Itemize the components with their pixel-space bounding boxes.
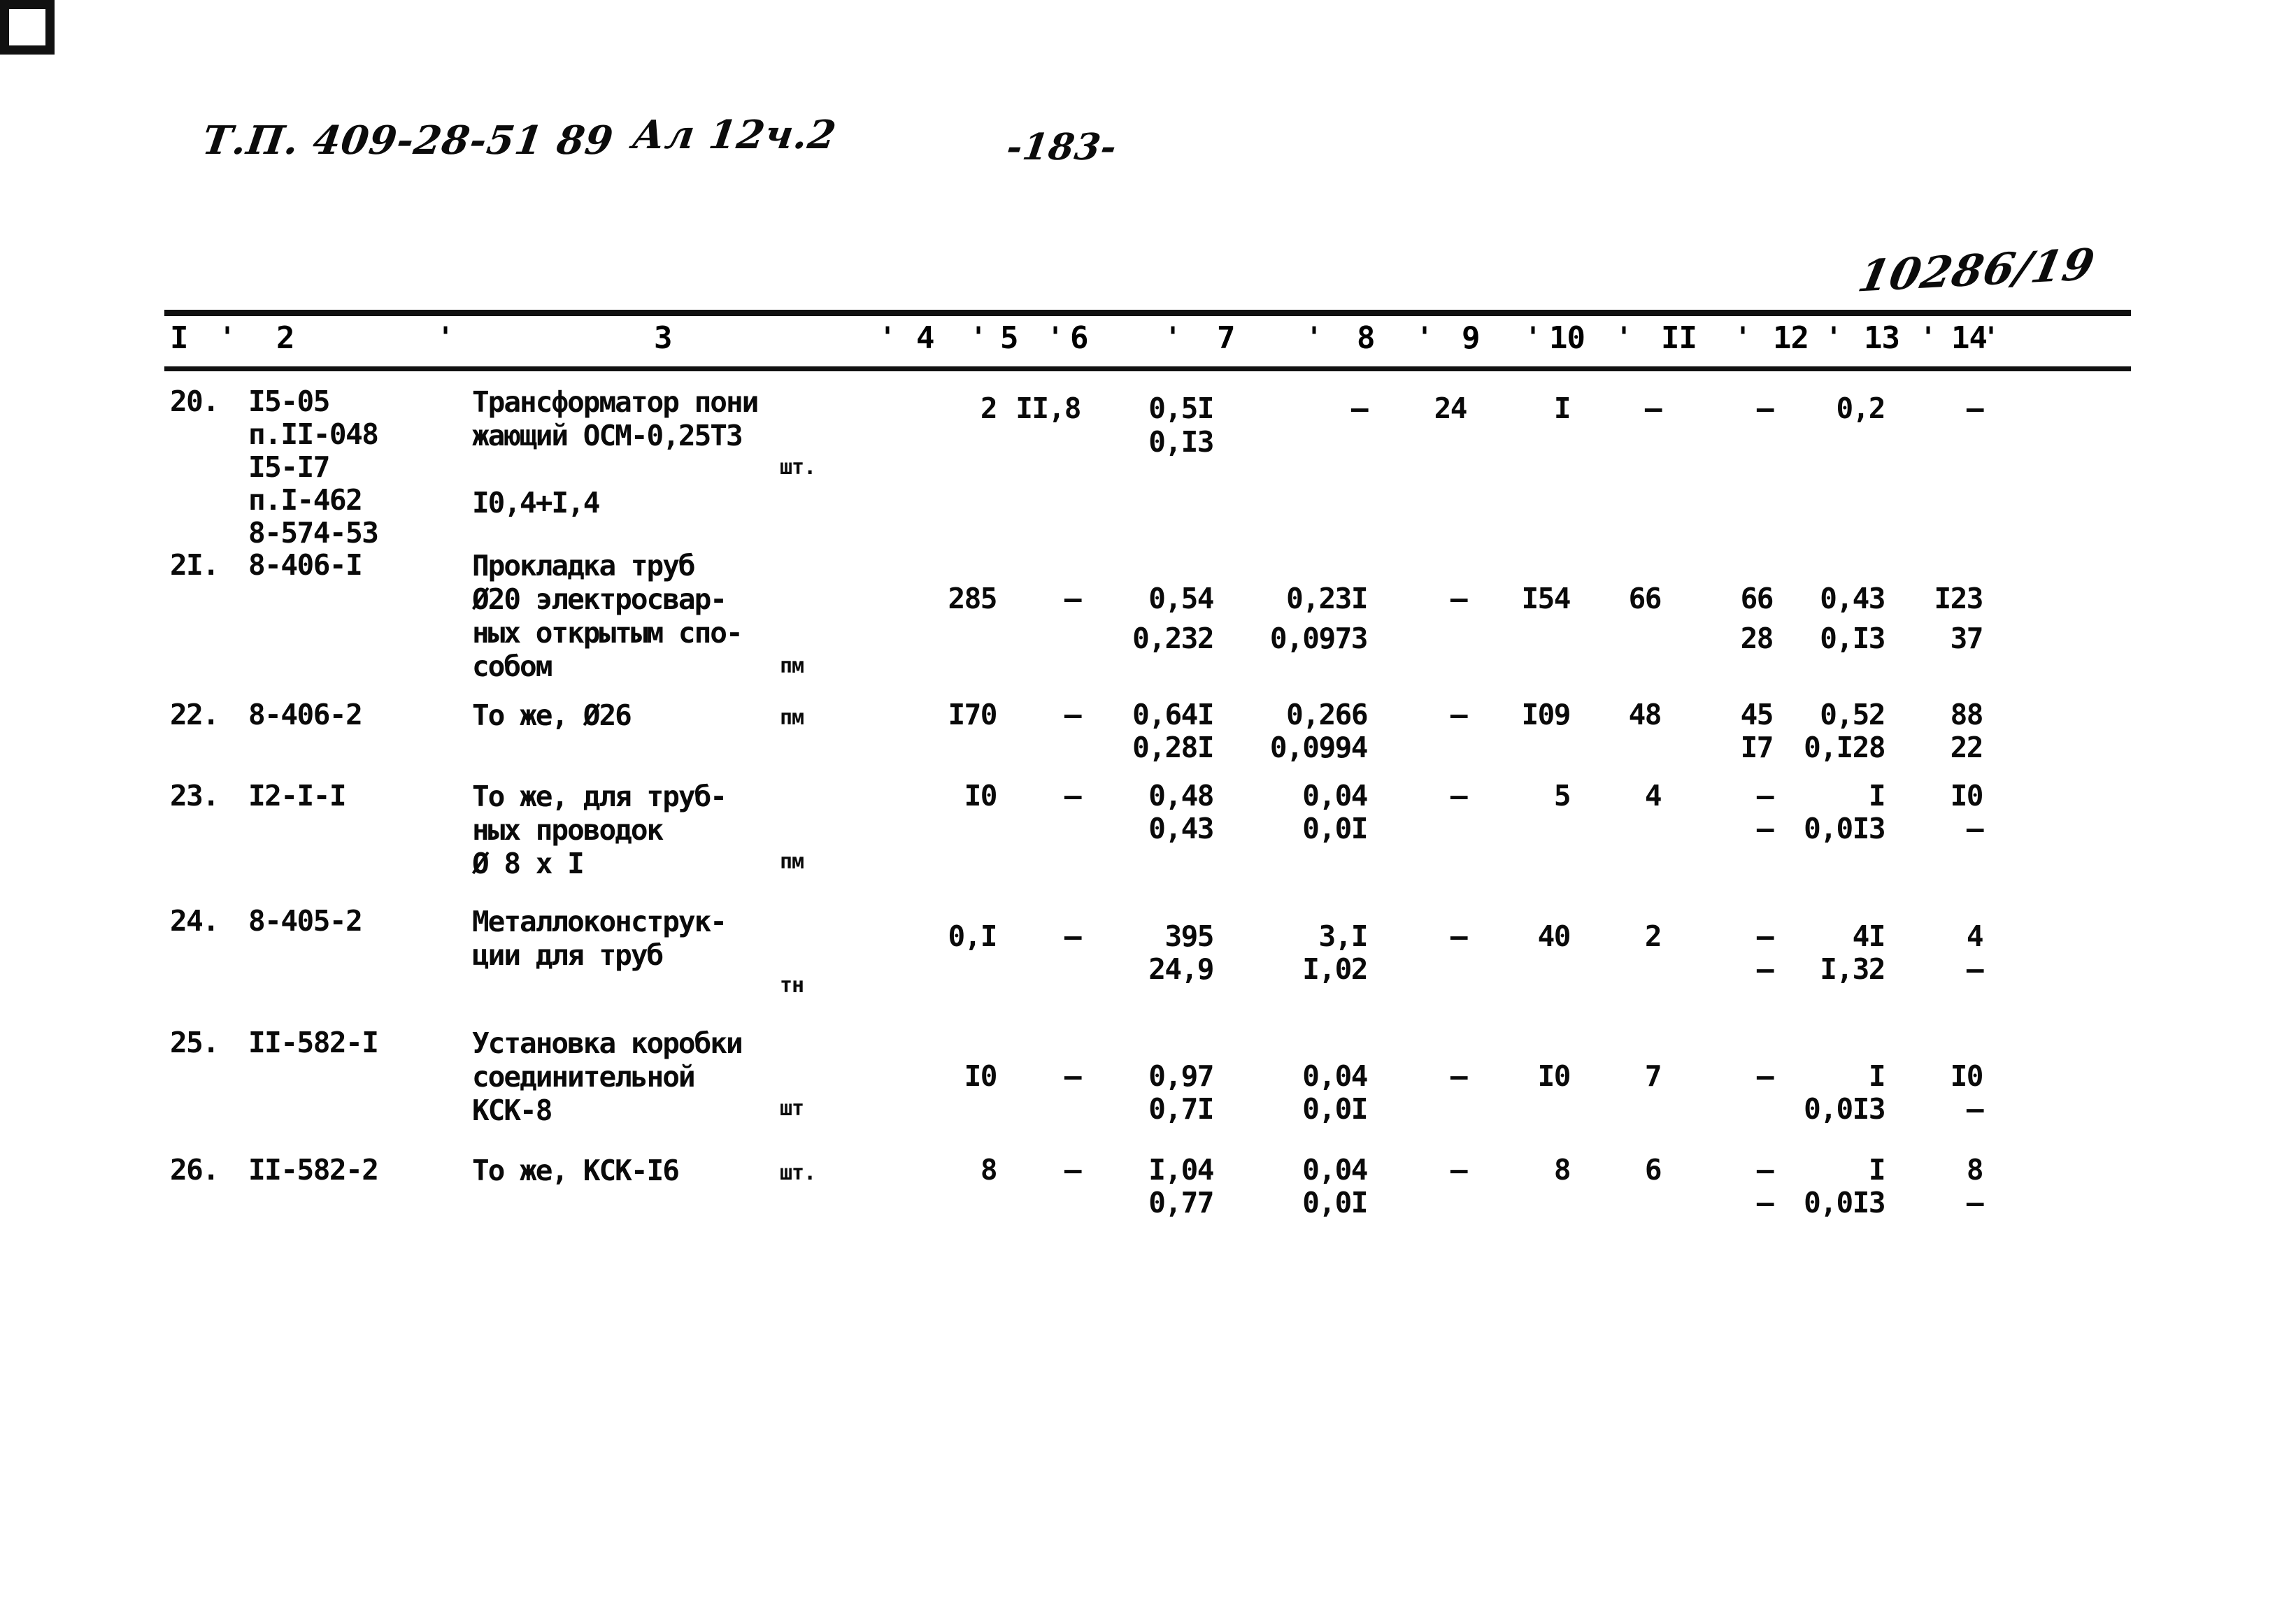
column-header-3: 3 bbox=[654, 320, 672, 356]
table-row: 24. 8-405-2 Металлоконструк- ции для труб т… bbox=[164, 905, 2131, 1024]
column-separator-tick: ' bbox=[970, 322, 987, 354]
table-row: 23. I2-I-I То же, для труб- ных проводок Ø… bbox=[164, 780, 2131, 902]
table-body: 20. I5-05 п.II-048 I5-I7 п.I-462 8-574-53… bbox=[164, 371, 2131, 1248]
table-row: 22. 8-406-2 То же, Ø26 пм I70–0,64I 0,266– I09… bbox=[164, 699, 2131, 777]
row-norm-codes: 8-406-I bbox=[248, 548, 363, 582]
table-row: 25. II-582-I Установка коробки соединитель… bbox=[164, 1026, 2131, 1151]
row-col7-sub: I,02 bbox=[1302, 952, 1368, 986]
column-header-4: 4 bbox=[916, 320, 934, 356]
specification-table: I 2 3 4 5 6 7 8 9 10 II 12 13 14 ' ' ' ' ' ' ' ' ' ' ' ' ' ' 20. I5-… bbox=[164, 310, 2131, 1251]
row-col6-sub: 0,I3 bbox=[1148, 425, 1214, 459]
column-separator-tick: ' bbox=[1164, 322, 1182, 354]
row-col13-sub: – bbox=[1966, 1186, 1984, 1219]
row-unit-of-measure: шт bbox=[780, 1096, 804, 1121]
row-description: То же, КСК-I6 bbox=[472, 1154, 680, 1187]
column-separator-tick: ' bbox=[1616, 322, 1633, 354]
row-col7-sub: 0,0I bbox=[1302, 812, 1368, 845]
row-unit-of-measure: пм bbox=[780, 850, 804, 874]
column-header-7: 7 bbox=[1217, 320, 1235, 356]
row-col13-sub: – bbox=[1966, 812, 1984, 845]
row-norm-codes: II-582-I bbox=[248, 1026, 379, 1059]
row-norm-codes: I2-I-I bbox=[248, 779, 347, 812]
row-norm-codes: II-582-2 bbox=[248, 1153, 379, 1187]
table-header-bottom-rule bbox=[164, 366, 2131, 371]
column-separator-tick: ' bbox=[1525, 322, 1542, 354]
row-item-number: 26. bbox=[170, 1153, 220, 1187]
table-row: 2I. 8-406-I Прокладка труб Ø20 электросвар… bbox=[164, 549, 2131, 696]
column-separator-tick: ' bbox=[1920, 322, 1937, 354]
handwritten-page-number: -183- bbox=[1004, 126, 1120, 169]
row-col13-sub: – bbox=[1966, 952, 1984, 986]
row-col13: I0 bbox=[1950, 1059, 1984, 1093]
column-header-5: 5 bbox=[1000, 320, 1018, 356]
handwritten-project-code: Т.П. 409-28-51 89 bbox=[199, 117, 617, 164]
row-unit-of-measure: шт. bbox=[780, 455, 816, 480]
row-col13: I23 bbox=[1934, 582, 1983, 615]
column-separator-tick: ' bbox=[437, 322, 455, 354]
row-unit-of-measure: пм bbox=[780, 706, 804, 730]
column-header-I: I bbox=[170, 320, 188, 356]
row-item-number: 24. bbox=[170, 904, 220, 938]
row-item-number: 25. bbox=[170, 1026, 220, 1059]
row-col13-sub: – bbox=[1966, 1092, 1984, 1126]
column-header-12: 12 bbox=[1773, 320, 1809, 356]
column-header-10: 10 bbox=[1549, 320, 1585, 356]
row-unit-of-measure: пм bbox=[780, 654, 804, 678]
table-column-header-row: I 2 3 4 5 6 7 8 9 10 II 12 13 14 ' ' ' ' ' ' ' ' ' ' ' ' ' ' bbox=[164, 316, 2131, 366]
registration-mark-bottom-right bbox=[0, 0, 55, 55]
row-col7-sub: 0,0I bbox=[1302, 1186, 1368, 1219]
column-header-9: 9 bbox=[1462, 320, 1480, 356]
row-norm-codes: I5-05 п.II-048 I5-I7 п.I-462 8-574-53 bbox=[248, 385, 379, 550]
row-col13: – bbox=[1966, 392, 1984, 425]
row-item-number: 23. bbox=[170, 779, 220, 812]
row-unit-of-measure: шт. bbox=[780, 1161, 816, 1185]
row-description: То же, для труб- ных проводок Ø 8 х I bbox=[472, 780, 727, 880]
row-norm-codes: 8-405-2 bbox=[248, 904, 363, 938]
row-description: То же, Ø26 bbox=[472, 699, 632, 732]
column-separator-tick: ' bbox=[1416, 322, 1434, 354]
column-separator-tick: ' bbox=[1983, 322, 2000, 354]
column-header-2: 2 bbox=[276, 320, 294, 356]
row-col7-sub: 0,0994 bbox=[1269, 731, 1369, 764]
row-col13-sub: 22 bbox=[1950, 731, 1984, 764]
row-col13: 8 bbox=[1966, 1153, 1984, 1187]
column-header-8: 8 bbox=[1357, 320, 1375, 356]
row-item-number: 20. bbox=[170, 385, 220, 418]
column-separator-tick: ' bbox=[879, 322, 897, 354]
row-description: Металлоконструк- ции для труб bbox=[472, 905, 727, 972]
column-header-6: 6 bbox=[1070, 320, 1088, 356]
handwritten-album-label: Ал 12ч.2 bbox=[629, 112, 840, 158]
row-col7-sub: 0,0973 bbox=[1269, 622, 1369, 655]
row-col13: 4 bbox=[1966, 919, 1984, 953]
column-separator-tick: ' bbox=[1734, 322, 1752, 354]
column-header-13: 13 bbox=[1864, 320, 1900, 356]
row-col7-sub: 0,0I bbox=[1302, 1092, 1368, 1126]
table-row: 20. I5-05 п.II-048 I5-I7 п.I-462 8-574-53… bbox=[164, 385, 2131, 550]
handwritten-archive-stamp: 10286/19 bbox=[1853, 238, 2099, 302]
column-header-14: 14 bbox=[1951, 320, 1988, 356]
column-separator-tick: ' bbox=[1825, 322, 1843, 354]
column-separator-tick: ' bbox=[1306, 322, 1323, 354]
column-separator-tick: ' bbox=[1047, 322, 1064, 354]
row-col13: I0 bbox=[1950, 779, 1984, 812]
row-col13-sub: 37 bbox=[1950, 622, 1984, 655]
scanned-page: Т.П. 409-28-51 89 Ал 12ч.2 -183- 10286/1… bbox=[0, 0, 2296, 1611]
row-item-number: 22. bbox=[170, 698, 220, 731]
row-description: Прокладка труб Ø20 электросвар- ных откр… bbox=[472, 549, 743, 683]
row-norm-codes: 8-406-2 bbox=[248, 698, 363, 731]
column-header-II: II bbox=[1661, 320, 1697, 356]
row-description: Установка коробки соединительной КСК-8 bbox=[472, 1026, 743, 1127]
row-item-number: 2I. bbox=[170, 548, 220, 582]
row-col13: 88 bbox=[1950, 698, 1984, 731]
table-top-rule bbox=[164, 310, 2131, 316]
row-unit-of-measure: тн bbox=[780, 973, 804, 998]
column-separator-tick: ' bbox=[219, 322, 236, 354]
row-description: Трансформатор пони жающий ОСМ-0,25Т3 I0,… bbox=[472, 385, 759, 520]
table-row: 26. II-582-2 То же, КСК-I6 шт. 8– I,04 0,04–8 6… bbox=[164, 1154, 2131, 1248]
